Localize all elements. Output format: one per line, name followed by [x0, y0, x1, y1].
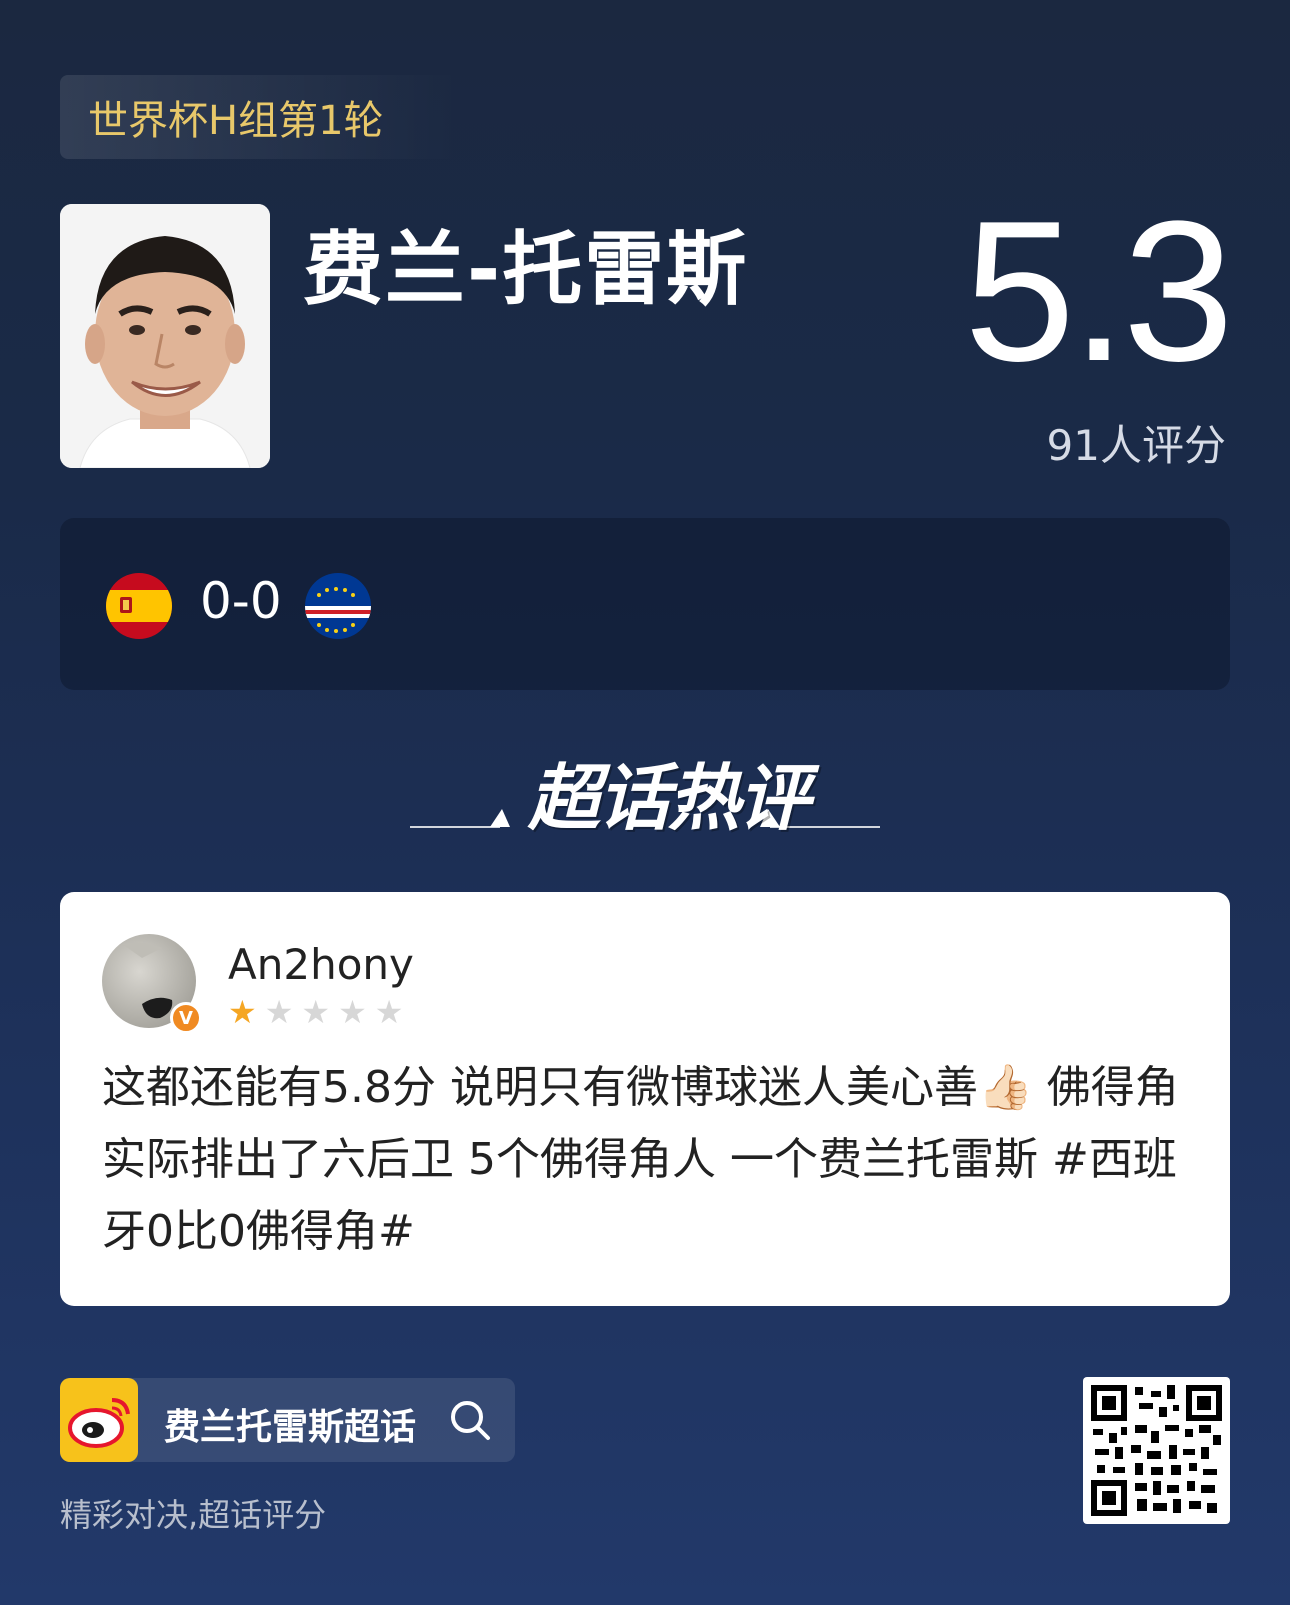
weibo-logo-icon — [60, 1378, 138, 1462]
star-filled-icon: ★ — [228, 993, 257, 1031]
search-icon[interactable] — [448, 1398, 492, 1442]
star-empty-icon: ★ — [338, 993, 367, 1031]
comment-text: 这都还能有5.8分 说明只有微博球迷人美心善👍🏻 佛得角实际排出了六后卫 5个佛… — [102, 1062, 1179, 1257]
match-score: 0-0 — [200, 572, 282, 630]
comment-card[interactable]: V An2hony ★ ★ ★ ★ ★ 这都还能有5.8分 说明只有微博球迷人美… — [60, 892, 1230, 1306]
commenter-username[interactable]: An2hony — [228, 940, 414, 989]
qr-code-icon — [1083, 1377, 1230, 1524]
spain-flag-icon — [106, 573, 172, 639]
comment-star-rating: ★ ★ ★ ★ ★ — [228, 996, 403, 1028]
star-empty-icon: ★ — [301, 993, 331, 1031]
player-name: 费兰-托雷斯 — [303, 223, 749, 316]
verified-badge-icon: V — [170, 1002, 202, 1034]
footer-slogan: 精彩对决,超话评分 — [60, 1496, 327, 1534]
player-photo — [60, 204, 270, 468]
star-empty-icon: ★ — [374, 993, 404, 1031]
player-rating: 5.3 — [963, 180, 1234, 403]
match-round-label: 世界杯H组第1轮 — [88, 98, 384, 144]
match-round-tag: 世界杯H组第1轮 — [60, 75, 460, 159]
cape-verde-flag-icon — [305, 573, 371, 639]
rating-count: 91人评分 — [1046, 421, 1226, 470]
hot-comments-title: 超话热评 — [528, 756, 810, 840]
hot-comments-heading: 超话热评 — [410, 735, 880, 845]
supertopic-search-bar[interactable]: 费兰托雷斯超话 — [60, 1378, 515, 1462]
star-empty-icon: ★ — [264, 993, 294, 1031]
supertopic-label[interactable]: 费兰托雷斯超话 — [164, 1398, 416, 1450]
